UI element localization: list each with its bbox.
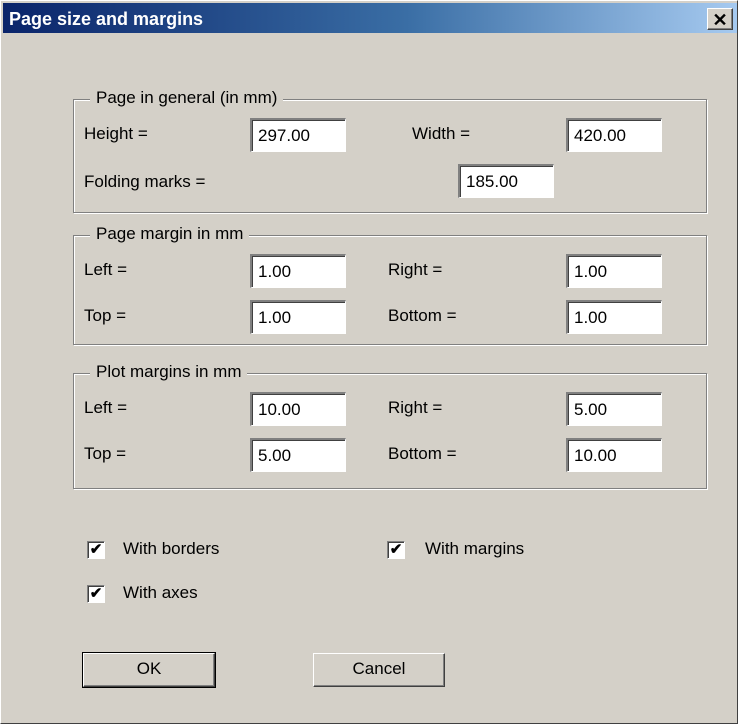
with-margins-label[interactable]: With margins	[425, 539, 524, 559]
cancel-button[interactable]: Cancel	[313, 653, 445, 687]
with-axes-checkbox[interactable]: ✔	[87, 585, 105, 603]
check-icon: ✔	[389, 541, 403, 558]
page-margin-right-label: Right =	[388, 260, 443, 279]
page-margin-bottom-field[interactable]: 1.00	[566, 300, 662, 334]
plot-margin-right-field[interactable]: 5.00	[566, 392, 662, 426]
height-label: Height =	[84, 124, 148, 143]
folding-marks-label: Folding marks =	[84, 172, 206, 191]
group-page-margin: Page margin in mm Left = 1.00 Right = 1.…	[73, 224, 707, 345]
plot-margin-top-field[interactable]: 5.00	[250, 438, 346, 472]
ok-button[interactable]: OK	[82, 652, 216, 688]
group-plot-margins: Plot margins in mm Left = 10.00 Right = …	[73, 362, 707, 489]
dialog-title: Page size and margins	[9, 9, 204, 29]
group-plot-margins-legend: Plot margins in mm	[90, 362, 248, 382]
check-icon: ✔	[89, 541, 103, 558]
title-bar[interactable]: Page size and margins ✕	[3, 3, 737, 33]
page-margin-top-field[interactable]: 1.00	[250, 300, 346, 334]
close-icon: ✕	[712, 10, 728, 30]
page-margin-left-field[interactable]: 1.00	[250, 254, 346, 288]
page-margin-left-label: Left =	[84, 260, 128, 279]
width-field[interactable]: 420.00	[566, 118, 662, 152]
height-field[interactable]: 297.00	[250, 118, 346, 152]
plot-margin-left-field[interactable]: 10.00	[250, 392, 346, 426]
with-borders-label[interactable]: With borders	[123, 539, 219, 559]
plot-margin-top-label: Top =	[84, 444, 127, 463]
group-page-margin-legend: Page margin in mm	[90, 224, 250, 244]
close-button[interactable]: ✕	[707, 8, 733, 30]
with-margins-checkbox[interactable]: ✔	[387, 541, 405, 559]
with-borders-checkbox[interactable]: ✔	[87, 541, 105, 559]
folding-marks-field[interactable]: 185.00	[458, 164, 554, 198]
group-page-general-legend: Page in general (in mm)	[90, 88, 284, 108]
plot-margin-right-label: Right =	[388, 398, 443, 417]
width-label: Width =	[412, 124, 471, 143]
page-margin-bottom-label: Bottom =	[388, 306, 457, 325]
group-page-general: Page in general (in mm) Height = 297.00 …	[73, 88, 707, 213]
page-margin-right-field[interactable]: 1.00	[566, 254, 662, 288]
page-margin-top-label: Top =	[84, 306, 127, 325]
check-icon: ✔	[89, 585, 103, 602]
plot-margin-bottom-label: Bottom =	[388, 444, 457, 463]
plot-margin-left-label: Left =	[84, 398, 128, 417]
plot-margin-bottom-field[interactable]: 10.00	[566, 438, 662, 472]
with-axes-label[interactable]: With axes	[123, 583, 198, 603]
dialog-window: Page size and margins ✕ Page in general …	[0, 0, 738, 724]
